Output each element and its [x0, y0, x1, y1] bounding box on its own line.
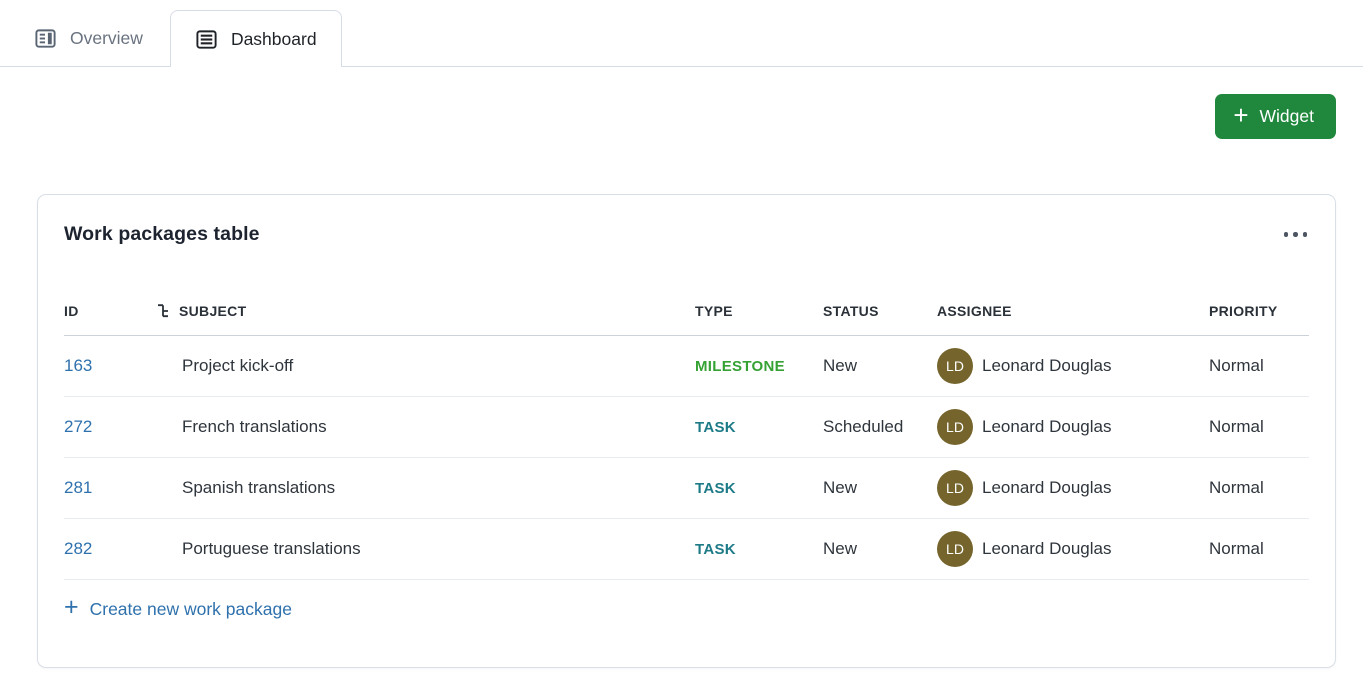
column-header-priority[interactable]: PRIORITY	[1209, 303, 1309, 319]
work-package-subject[interactable]: Project kick-off	[156, 356, 695, 376]
column-header-subject[interactable]: SUBJECT	[156, 303, 695, 319]
hierarchy-icon[interactable]	[156, 303, 171, 319]
create-work-package-label: Create new work package	[90, 599, 292, 620]
overview-icon	[34, 27, 57, 50]
work-package-status: New	[823, 478, 937, 498]
add-widget-label: Widget	[1260, 106, 1314, 127]
table-header: ID SUBJECT TYPE STATUS ASSIGNEE PRIORITY	[64, 286, 1309, 336]
work-package-id-link[interactable]: 281	[64, 478, 92, 497]
work-package-subject[interactable]: French translations	[156, 417, 695, 437]
tab-dashboard-label: Dashboard	[231, 29, 317, 50]
work-package-status: New	[823, 539, 937, 559]
widget-menu-button[interactable]	[1282, 226, 1310, 243]
work-package-priority: Normal	[1209, 417, 1309, 437]
plus-icon: +	[1233, 102, 1248, 128]
column-header-status[interactable]: STATUS	[823, 303, 937, 319]
plus-icon: +	[64, 595, 79, 620]
work-package-id-link[interactable]: 163	[64, 356, 92, 375]
dashboard-icon	[195, 28, 218, 51]
avatar: LD	[937, 348, 973, 384]
work-package-priority: Normal	[1209, 539, 1309, 559]
table-row[interactable]: 163 Project kick-off MILESTONE New LD Le…	[64, 336, 1309, 397]
avatar: LD	[937, 470, 973, 506]
work-package-type: TASK	[695, 541, 736, 558]
table-row[interactable]: 281 Spanish translations TASK New LD Leo…	[64, 458, 1309, 519]
create-work-package-link[interactable]: + Create new work package	[64, 580, 1309, 638]
work-package-type: TASK	[695, 480, 736, 497]
assignee-name: Leonard Douglas	[982, 478, 1111, 498]
tab-overview[interactable]: Overview	[34, 10, 153, 66]
work-package-priority: Normal	[1209, 478, 1309, 498]
table-row[interactable]: 272 French translations TASK Scheduled L…	[64, 397, 1309, 458]
work-package-subject[interactable]: Spanish translations	[156, 478, 695, 498]
tab-dashboard[interactable]: Dashboard	[170, 10, 342, 67]
work-package-status: New	[823, 356, 937, 376]
work-package-id-link[interactable]: 272	[64, 417, 92, 436]
widget-title: Work packages table	[64, 223, 260, 246]
assignee-name: Leonard Douglas	[982, 539, 1111, 559]
add-widget-button[interactable]: + Widget	[1215, 94, 1336, 139]
widget-header: Work packages table	[64, 195, 1309, 246]
column-header-id[interactable]: ID	[64, 303, 156, 319]
assignee-name: Leonard Douglas	[982, 356, 1111, 376]
assignee-name: Leonard Douglas	[982, 417, 1111, 437]
tab-overview-label: Overview	[70, 28, 143, 49]
tab-bar: Overview Dashboard	[0, 0, 1363, 67]
toolbar: + Widget	[0, 67, 1363, 139]
work-package-type: MILESTONE	[695, 358, 785, 375]
work-package-subject[interactable]: Portuguese translations	[156, 539, 695, 559]
work-package-type: TASK	[695, 419, 736, 436]
avatar: LD	[937, 409, 973, 445]
work-package-priority: Normal	[1209, 356, 1309, 376]
work-package-id-link[interactable]: 282	[64, 539, 92, 558]
table-row[interactable]: 282 Portuguese translations TASK New LD …	[64, 519, 1309, 580]
avatar: LD	[937, 531, 973, 567]
work-package-status: Scheduled	[823, 417, 937, 437]
column-header-type[interactable]: TYPE	[695, 303, 823, 319]
work-packages-widget: Work packages table ID SUBJECT TYPE STAT…	[37, 194, 1336, 668]
ellipsis-icon	[1284, 232, 1289, 237]
column-header-assignee[interactable]: ASSIGNEE	[937, 303, 1209, 319]
